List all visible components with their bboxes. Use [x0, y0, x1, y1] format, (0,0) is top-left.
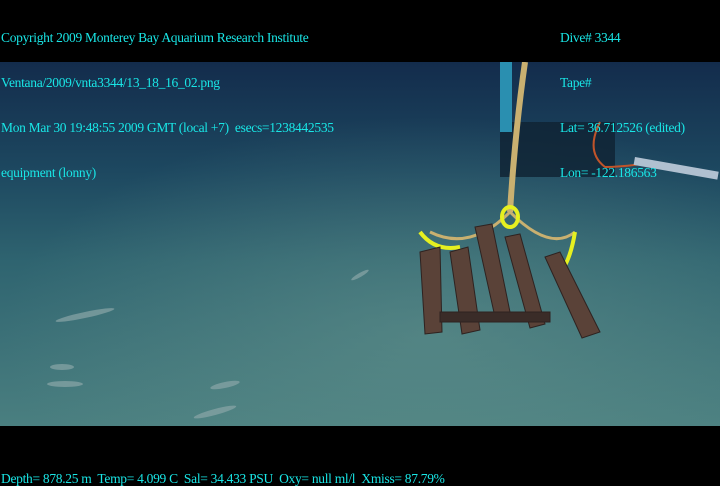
category-line: equipment (lonny)	[1, 165, 97, 180]
tape-number: Tape#	[560, 75, 592, 90]
copyright-line: Copyright 2009 Monterey Bay Aquarium Res…	[1, 30, 309, 45]
dive-number: Dive# 3344	[560, 30, 621, 45]
timestamp-line: Mon Mar 30 19:48:55 2009 GMT (local +7) …	[1, 120, 334, 135]
header-left: Copyright 2009 Monterey Bay Aquarium Res…	[1, 0, 334, 210]
header-right: Dive# 3344 Tape# Lat= 36.712526 (edited)…	[560, 0, 685, 210]
longitude: Lon= -122.186563	[560, 165, 657, 180]
video-frame: Copyright 2009 Monterey Bay Aquarium Res…	[0, 0, 720, 486]
sensor-readout: Depth= 878.25 m Temp= 4.099 C Sal= 34.43…	[1, 471, 445, 486]
latitude: Lat= 36.712526 (edited)	[560, 120, 685, 135]
file-path-line: Ventana/2009/vnta3344/13_18_16_02.png	[1, 75, 220, 90]
